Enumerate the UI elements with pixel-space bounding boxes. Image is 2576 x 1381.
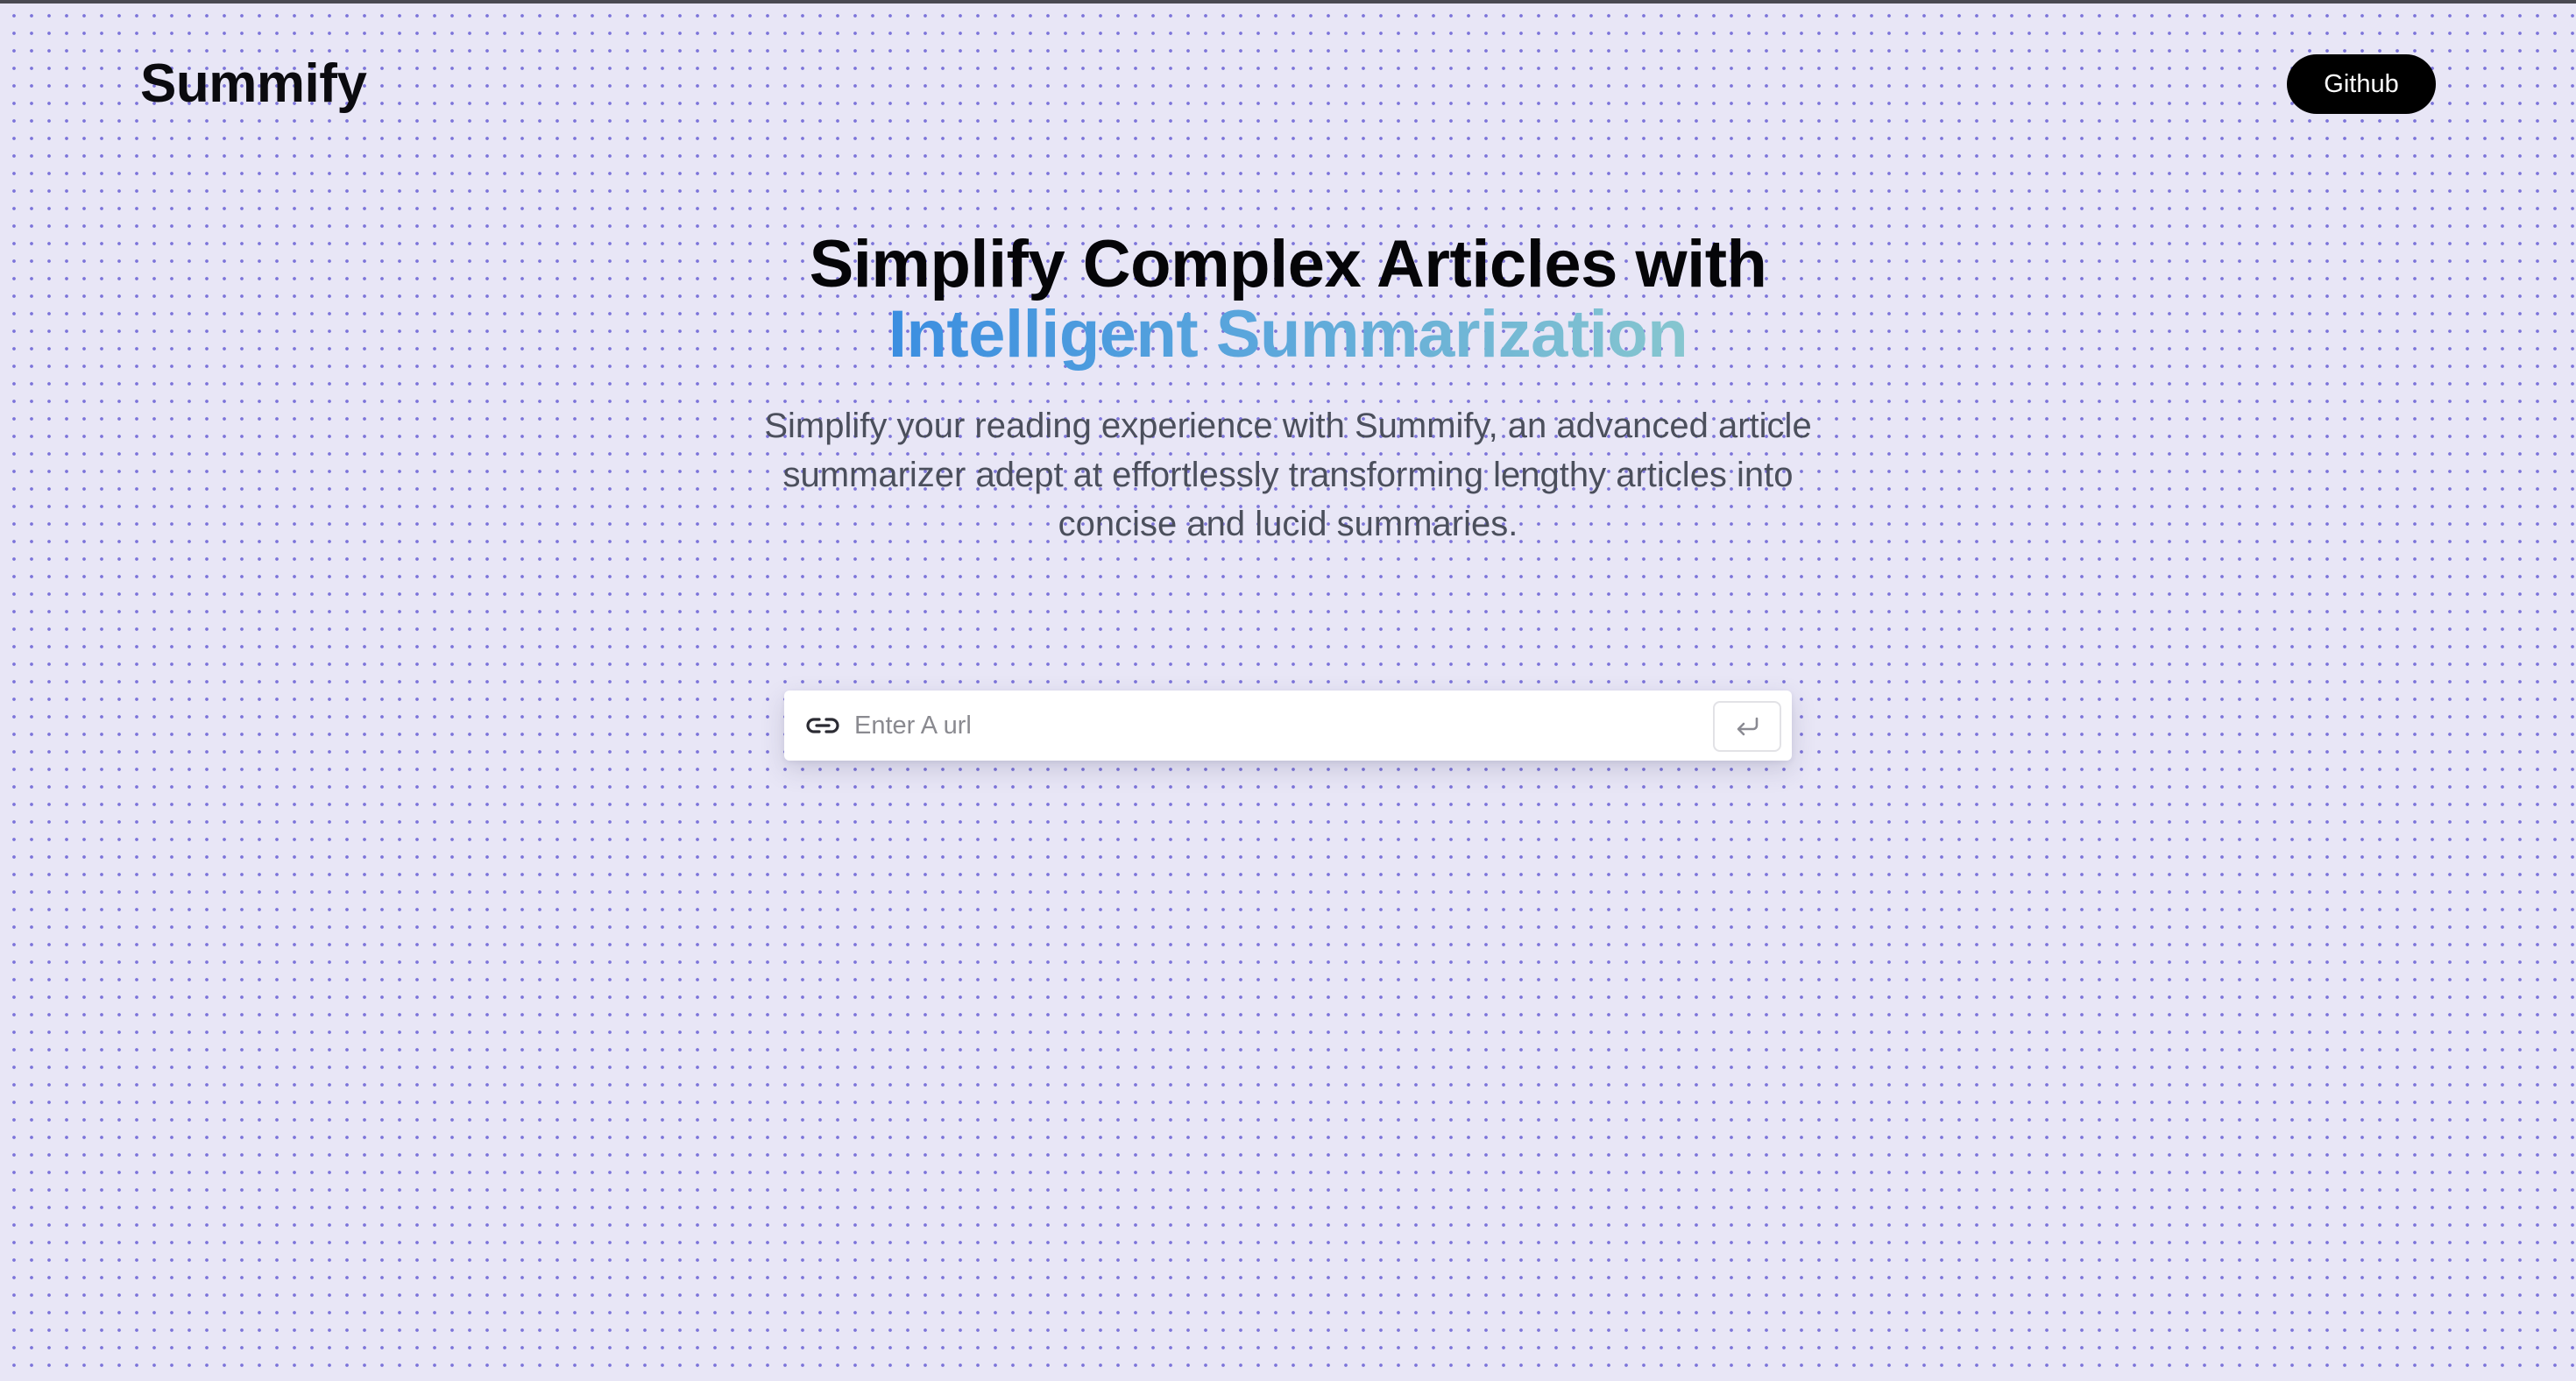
hero-subtitle: Simplify your reading experience with Su…	[764, 407, 1812, 543]
app-logo: Summify	[140, 53, 367, 114]
github-button[interactable]: Github	[2287, 54, 2436, 114]
url-search-form	[784, 690, 1792, 761]
link-icon	[803, 710, 842, 741]
hero-title-gradient-text: Intelligent Summarization	[888, 297, 1688, 372]
navbar: Summify Github	[0, 0, 2576, 175]
submit-button[interactable]	[1713, 701, 1781, 752]
hero-title: Simplify Complex Articles with	[809, 227, 1767, 301]
enter-return-icon	[1733, 714, 1763, 740]
url-input[interactable]	[854, 699, 1730, 752]
hero-title-highlight: Intelligent Summarization	[675, 300, 1901, 370]
